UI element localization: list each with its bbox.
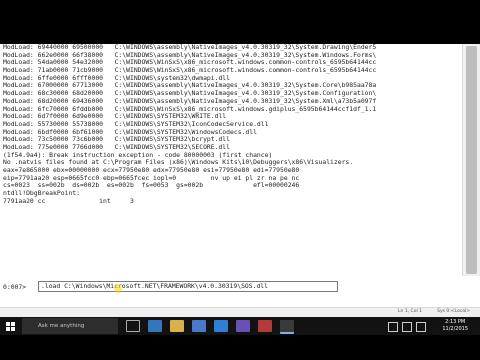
mail-icon[interactable] [214, 320, 228, 332]
search-placeholder: Ask me anything [38, 323, 85, 329]
taskbar: Ask me anything 2:13 PM 11/2/2015 [0, 317, 480, 335]
debugger-window: ModLoad: 69440000 69500000 C:\WINDOWS\as… [0, 44, 480, 317]
app-icon[interactable] [258, 320, 272, 332]
windbg-icon[interactable] [280, 320, 294, 334]
file-explorer-icon[interactable] [170, 320, 184, 332]
output-line: ModLoad: 68d20000 69436000 C:\WINDOWS\as… [3, 97, 377, 105]
windows-logo-icon [5, 321, 15, 331]
output-line: ntdll!DbgBreakPoint: [3, 190, 80, 198]
mouse-cursor-highlight [114, 284, 122, 293]
output-line: ModLoad: 55730000 55738000 C:\WINDOWS\SY… [3, 120, 269, 128]
output-line: ModLoad: 67000000 67713000 C:\WINDOWS\as… [3, 82, 377, 90]
taskbar-clock[interactable]: 2:13 PM 11/2/2015 [442, 319, 468, 333]
output-line: ModLoad: 68c30000 68d20000 C:\WINDOWS\as… [3, 90, 377, 98]
scrollbar-thumb[interactable] [466, 46, 477, 274]
taskbar-search-box[interactable]: Ask me anything [22, 318, 118, 334]
edge-icon[interactable] [148, 320, 162, 332]
clock-time: 2:13 PM [445, 319, 466, 325]
command-input[interactable]: .load C:\Windows\Microsoft.NET\FRAMEWORK… [38, 281, 338, 292]
status-bar: Ln 1, Col 1 Sys 0:<Local> [0, 307, 480, 317]
output-line: ModLoad: 73c50000 73c6b000 C:\WINDOWS\SY… [3, 136, 231, 144]
output-line: ModLoad: 6fc70000 6fddb000 C:\WINDOWS\Wi… [3, 105, 377, 113]
output-line: No .natvis files found at C:\Program Fil… [3, 159, 354, 167]
output-line: eip=7791aa20 esp=0665fcc0 ebp=0665fcec i… [3, 174, 300, 182]
command-row: 0:007> .load C:\Windows\Microsoft.NET\FR… [0, 279, 480, 294]
visual-studio-icon[interactable] [236, 320, 250, 332]
output-line: ModLoad: 6ffe0000 6fff0000 C:\WINDOWS\sy… [3, 74, 231, 82]
notifications-icon[interactable] [416, 322, 426, 332]
output-line: ModLoad: 662e0000 66f38000 C:\WINDOWS\as… [3, 51, 377, 59]
volume-icon[interactable] [402, 322, 412, 332]
command-output: ModLoad: 69440000 69500000 C:\WINDOWS\as… [3, 44, 461, 276]
output-line: eax=7e865000 ebx=00000000 ecx=77950e80 e… [3, 167, 300, 174]
output-line: (1f54.9a4): Break instruction exception … [3, 151, 273, 159]
status-position: Ln 1, Col 1 [398, 309, 422, 314]
output-line: ModLoad: 71ab0000 71cb9000 C:\WINDOWS\Wi… [3, 67, 377, 75]
output-line: 7791aa20 cc int 3 [3, 197, 134, 205]
command-prompt: 0:007> [3, 283, 27, 291]
task-view-icon[interactable] [126, 320, 140, 332]
output-line: ModLoad: 6bdf0000 6bf61000 C:\WINDOWS\SY… [3, 128, 257, 136]
output-line: ModLoad: 6d7f0000 6d9e0000 C:\WINDOWS\SY… [3, 113, 227, 121]
output-line: ModLoad: 775e0000 7766d000 C:\WINDOWS\SY… [3, 143, 231, 151]
video-frame: ModLoad: 69440000 69500000 C:\WINDOWS\as… [0, 0, 480, 360]
output-scrollbar[interactable] [462, 44, 480, 276]
output-line: ModLoad: 69440000 69500000 C:\WINDOWS\as… [3, 44, 377, 51]
status-mode: Sys 0:<Local> [437, 309, 470, 314]
store-icon[interactable] [192, 320, 206, 332]
clock-date: 11/2/2015 [442, 326, 468, 332]
output-line: ModLoad: 54da0000 54e32000 C:\WINDOWS\Wi… [3, 59, 377, 67]
network-icon[interactable] [388, 322, 398, 332]
output-line: cs=0023 ss=002b ds=002b es=002b fs=0053 … [3, 182, 300, 190]
start-button[interactable] [0, 317, 20, 335]
